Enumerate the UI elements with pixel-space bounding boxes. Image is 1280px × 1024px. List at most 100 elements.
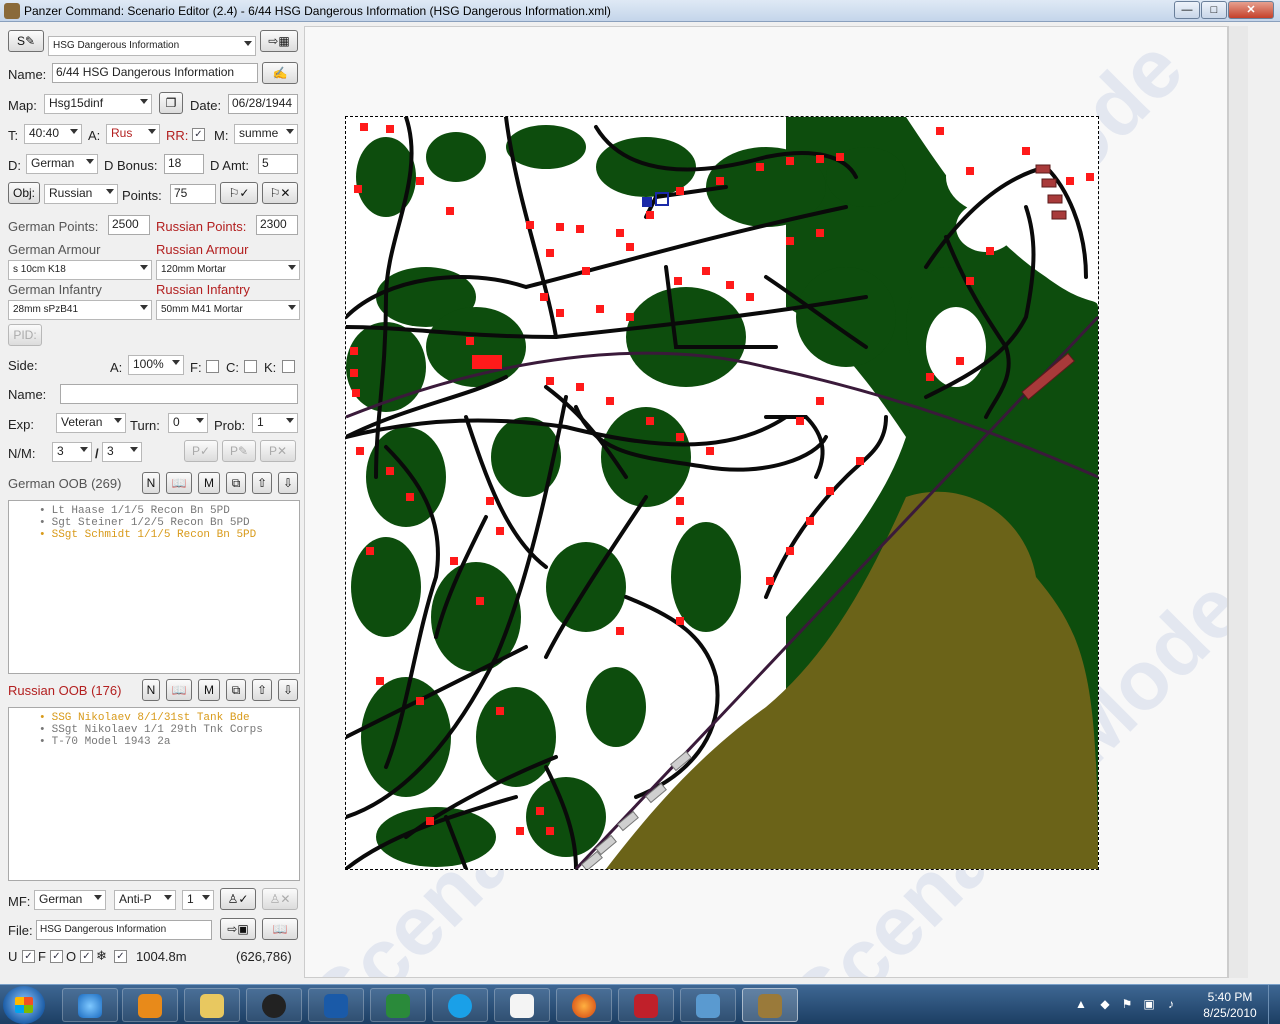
tray-expand-icon[interactable]: ▲: [1074, 997, 1088, 1011]
objective-button[interactable]: Obj:: [8, 182, 40, 204]
russian-oob-item[interactable]: SSgt Nikolaev 1/1 29th Tnk Corps: [39, 724, 299, 736]
network-icon[interactable]: ▣: [1142, 997, 1156, 1011]
german-unit-marker[interactable]: [642, 197, 652, 207]
map-terrain[interactable]: [346, 117, 1098, 869]
german-oob-list[interactable]: Lt Haase 1/1/5 Recon Bn 5PD Sgt Steiner …: [8, 500, 300, 674]
d-bonus-field[interactable]: 18: [164, 154, 204, 174]
map-dropdown[interactable]: Hsg15dinf: [44, 94, 152, 114]
edit-unit-button[interactable]: P✎: [222, 440, 256, 462]
russian-unit-marker[interactable]: [1047, 194, 1063, 204]
russian-oob-new-button[interactable]: N: [142, 679, 160, 701]
place-objective-button[interactable]: ⚐✓: [220, 182, 258, 204]
russian-armour-dropdown[interactable]: 120mm Mortar: [156, 260, 300, 280]
scenario-select-button[interactable]: S✎: [8, 30, 44, 52]
file-name-field[interactable]: HSG Dangerous Information: [36, 920, 212, 940]
scenario-name-field[interactable]: 6/44 HSG Dangerous Information: [52, 63, 258, 83]
russian-oob-down-button[interactable]: ⇩: [278, 679, 298, 701]
remove-objective-button[interactable]: ⚐✕: [262, 182, 298, 204]
delete-unit-button[interactable]: P✕: [260, 440, 296, 462]
open-book-button[interactable]: 📖: [262, 918, 298, 940]
german-oob-item[interactable]: Lt Haase 1/1/5 Recon Bn 5PD: [39, 505, 299, 517]
russian-unit-marker[interactable]: [1051, 210, 1067, 220]
russian-oob-item[interactable]: SSG Nikolaev 8/1/31st Tank Bde: [39, 712, 299, 724]
german-infantry-dropdown[interactable]: 28mm sPzB41: [8, 300, 152, 320]
month-dropdown[interactable]: summe: [234, 124, 298, 144]
title-bar[interactable]: Panzer Command: Scenario Editor (2.4) - …: [0, 0, 1280, 22]
russian-infantry-dropdown[interactable]: 50mm M41 Mortar: [156, 300, 300, 320]
f-checkbox[interactable]: [206, 360, 219, 373]
time-dropdown[interactable]: 40:40: [24, 124, 82, 144]
russian-oob-list[interactable]: SSG Nikolaev 8/1/31st Tank Bde SSgt Niko…: [8, 707, 300, 881]
flag-icon[interactable]: ⚑: [1120, 997, 1134, 1011]
mf-count-dropdown[interactable]: 1: [182, 890, 214, 910]
german-oob-item[interactable]: Sgt Steiner 1/2/5 Recon Bn 5PD: [39, 517, 299, 529]
russian-oob-item[interactable]: T-70 Model 1943 2a: [39, 736, 299, 748]
map-canvas-area[interactable]: Scenario Mode Scenario Mode Scenario Mod…: [304, 26, 1228, 978]
show-desktop-button[interactable]: [1268, 985, 1280, 1024]
map-preview-button[interactable]: ❐: [159, 92, 183, 114]
defender-dropdown[interactable]: German: [26, 154, 98, 174]
dropbox-icon[interactable]: ◆: [1098, 997, 1112, 1011]
german-oob-merge-button[interactable]: M: [198, 472, 220, 494]
taskbar-solitaire[interactable]: [494, 988, 550, 1022]
pid-button[interactable]: PID:: [8, 324, 42, 346]
german-oob-down-button[interactable]: ⇩: [278, 472, 298, 494]
close-button[interactable]: ✕: [1228, 1, 1274, 19]
taskbar-firefox[interactable]: [556, 988, 612, 1022]
minimize-button[interactable]: —: [1174, 1, 1200, 19]
taskbar-internet-explorer[interactable]: [62, 988, 118, 1022]
taskbar-scenario-editor[interactable]: [742, 988, 798, 1022]
save-button[interactable]: ⇨▣: [220, 918, 256, 940]
maximize-button[interactable]: □: [1201, 1, 1227, 19]
german-oob-book-button[interactable]: 📖: [166, 472, 192, 494]
mf-side-dropdown[interactable]: German: [34, 890, 106, 910]
volume-icon[interactable]: ♪: [1164, 997, 1178, 1011]
scenario-dropdown[interactable]: HSG Dangerous Information: [48, 36, 256, 56]
turn-dropdown[interactable]: 0: [168, 413, 208, 433]
taskbar-media-player[interactable]: [122, 988, 178, 1022]
russian-oob-copy-button[interactable]: ⧉: [226, 679, 246, 701]
taskbar-hp[interactable]: [246, 988, 302, 1022]
objective-side-dropdown[interactable]: Russian: [44, 184, 118, 204]
place-minefield-button[interactable]: ♙✓: [220, 888, 256, 910]
clock-date[interactable]: 8/25/2010: [1196, 1006, 1264, 1020]
f-toggle-checkbox[interactable]: ✓: [50, 950, 63, 963]
taskbar-psp8[interactable]: [618, 988, 674, 1022]
german-oob-up-button[interactable]: ⇧: [252, 472, 272, 494]
signature-button[interactable]: ✍: [262, 62, 298, 84]
attacker-dropdown[interactable]: Rus: [106, 124, 160, 144]
russian-unit-marker[interactable]: [1041, 178, 1057, 188]
taskbar-file-explorer[interactable]: [184, 988, 240, 1022]
german-oob-item[interactable]: SSgt Schmidt 1/1/5 Recon Bn 5PD: [39, 529, 299, 541]
place-unit-button[interactable]: P✓: [184, 440, 218, 462]
n-dropdown[interactable]: 3: [52, 442, 92, 462]
u-checkbox[interactable]: ✓: [22, 950, 35, 963]
o-checkbox[interactable]: ✓: [80, 950, 93, 963]
russian-oob-up-button[interactable]: ⇧: [252, 679, 272, 701]
german-oob-copy-button[interactable]: ⧉: [226, 472, 246, 494]
experience-dropdown[interactable]: Veteran: [56, 413, 126, 433]
unit-name-field[interactable]: [60, 384, 298, 404]
german-oob-new-button[interactable]: N: [142, 472, 160, 494]
german-armour-dropdown[interactable]: s 10cm K18: [8, 260, 152, 280]
taskbar-skype[interactable]: [432, 988, 488, 1022]
prob-dropdown[interactable]: 1: [252, 413, 298, 433]
c-checkbox[interactable]: [244, 360, 257, 373]
ammo-dropdown[interactable]: 100%: [128, 355, 184, 375]
rr-checkbox[interactable]: ✓: [192, 128, 205, 141]
remove-minefield-button[interactable]: ♙✕: [262, 888, 298, 910]
mf-type-dropdown[interactable]: Anti-P: [114, 890, 176, 910]
russian-oob-book-button[interactable]: 📖: [166, 679, 192, 701]
weather-checkbox[interactable]: ✓: [114, 950, 127, 963]
taskbar-excel[interactable]: [370, 988, 426, 1022]
german-points-field[interactable]: 2500: [108, 215, 150, 235]
m-dropdown[interactable]: 3: [102, 442, 142, 462]
clock-time[interactable]: 5:40 PM: [1200, 990, 1260, 1004]
points-field[interactable]: 75: [170, 184, 216, 204]
russian-unit-marker[interactable]: [1035, 164, 1051, 174]
k-checkbox[interactable]: [282, 360, 295, 373]
taskbar-chart-app[interactable]: [308, 988, 364, 1022]
vertical-scrollbar[interactable]: [1228, 26, 1248, 978]
taskbar-photo-viewer[interactable]: [680, 988, 736, 1022]
tactical-map[interactable]: [345, 116, 1099, 870]
